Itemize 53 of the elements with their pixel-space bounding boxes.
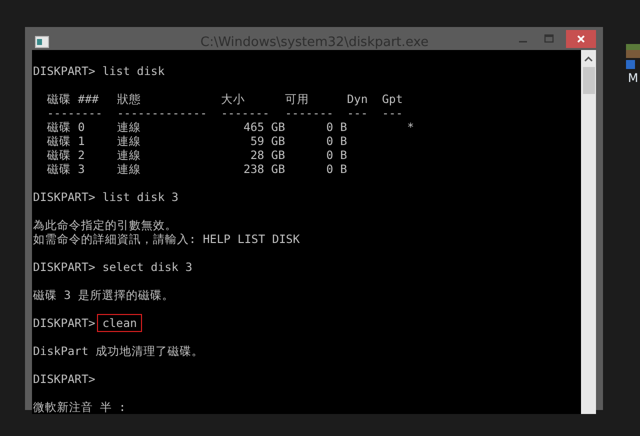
separator-dashes: -------- [47,106,104,120]
separator-dashes: ------- [221,106,270,120]
table-cell: 28 GB [250,148,285,162]
command-text: list disk [102,64,165,78]
maximize-icon [544,34,554,44]
output-text: DiskPart 成功地清理了磁碟。 [33,344,204,358]
separator-dashes: --- [347,106,369,120]
table-cell: 連線 [117,120,141,134]
prompt-text: DISKPART> [33,260,96,274]
table-cell: 0 B [326,162,347,176]
separator-dashes: --- [382,106,404,120]
column-header: 可用 [285,92,310,106]
table-cell: 238 GB [243,162,285,176]
desktop-shortcut-icon[interactable] [626,44,640,70]
console-app-icon [35,36,49,48]
column-header: Dyn [347,92,369,106]
separator-dashes: ------- [285,106,334,120]
ime-status-text: 微軟新注音 半 : [33,400,126,414]
column-header: 狀態 [117,92,142,106]
table-cell: * [407,120,414,134]
table-cell: 連線 [117,162,141,176]
desktop-icon-label[interactable]: M [628,71,638,85]
close-icon [576,34,586,44]
column-header: 大小 [221,92,246,106]
table-cell: 0 B [326,134,347,148]
table-cell: 磁碟 0 [47,120,85,134]
scrollbar-thumb[interactable] [582,67,594,94]
table-cell: 0 B [326,148,347,162]
table-cell: 59 GB [250,134,285,148]
prompt-text: DISKPART> [33,190,96,204]
output-text: 磁碟 3 是所選擇的磁碟。 [33,288,174,302]
column-header: 磁碟 ### [47,92,100,106]
command-text: clean [99,316,140,330]
output-text: 如需命令的詳細資訊，請輸入: HELP LIST DISK [33,232,300,246]
table-cell: 磁碟 1 [47,134,85,148]
close-button[interactable] [566,30,596,48]
table-cell: 連線 [117,148,141,162]
column-header: Gpt [382,92,404,106]
table-cell: 0 B [326,120,347,134]
table-cell: 磁碟 3 [47,162,85,176]
prompt-text: DISKPART> [33,316,96,330]
command-text: select disk 3 [102,260,192,274]
vertical-scrollbar[interactable] [581,50,596,414]
command-text: list disk 3 [102,190,178,204]
prompt-text: DISKPART> [33,372,96,386]
prompt-text: DISKPART> [33,64,96,78]
minimize-icon [519,41,527,43]
output-text: 為此命令指定的引數無效。 [33,218,177,232]
table-cell: 465 GB [243,120,285,134]
table-cell: 連線 [117,134,141,148]
scroll-up-icon[interactable] [584,56,593,62]
table-cell: 磁碟 2 [47,148,85,162]
separator-dashes: ------------- [117,106,208,120]
